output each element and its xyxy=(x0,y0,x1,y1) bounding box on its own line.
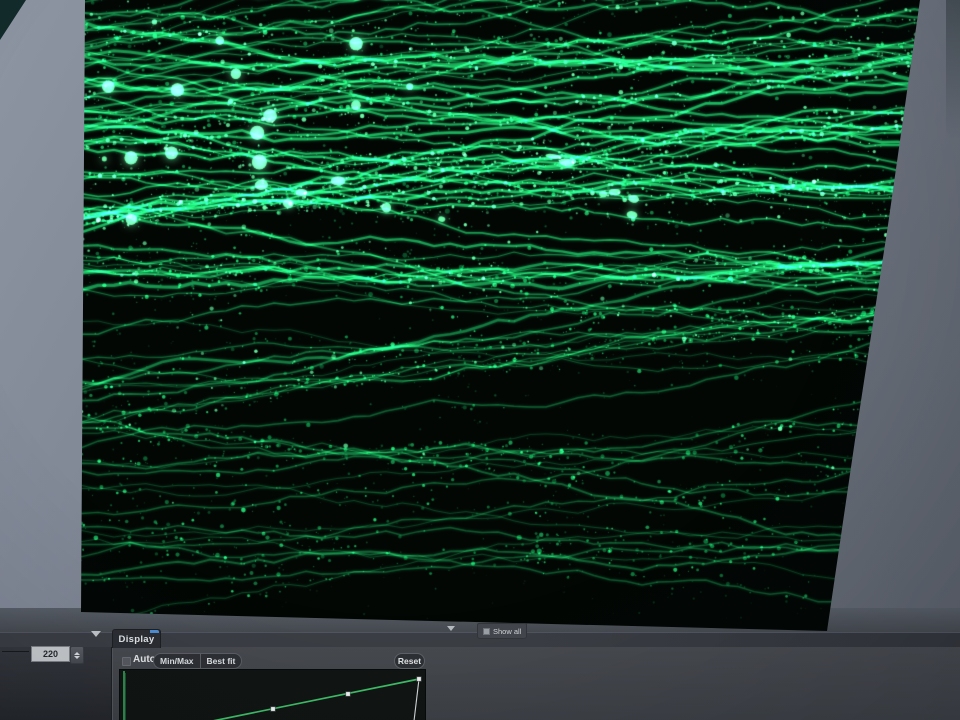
range-button-group: Min/Max Best fit xyxy=(153,653,242,669)
tab-accent-mark xyxy=(150,630,159,633)
curve-control-point[interactable] xyxy=(346,692,350,696)
show-all-label: Show all xyxy=(493,627,521,636)
photo-of-monitor: Display Show all Auto Min/Max Best fit R… xyxy=(0,0,960,720)
reset-button[interactable]: Reset xyxy=(394,653,425,669)
overlay-collapse-icon[interactable] xyxy=(447,626,455,631)
show-all-toggle[interactable]: Show all xyxy=(477,623,527,639)
value-input[interactable] xyxy=(31,646,70,662)
micrograph-viewer[interactable] xyxy=(0,0,960,640)
histogram-curve-editor[interactable] xyxy=(119,669,426,720)
panel-collapse-icon[interactable] xyxy=(91,631,101,637)
histogram-curve-svg xyxy=(120,670,423,720)
min-max-button[interactable]: Min/Max xyxy=(154,654,200,668)
stepper-up-icon[interactable] xyxy=(74,652,80,655)
tab-display-label: Display xyxy=(119,634,155,645)
auto-checkbox[interactable] xyxy=(122,657,131,666)
curve-control-point[interactable] xyxy=(271,707,275,711)
stepper-down-icon[interactable] xyxy=(74,656,80,659)
value-stepper[interactable] xyxy=(70,646,84,664)
best-fit-button[interactable]: Best fit xyxy=(200,654,242,668)
fluorescence-micrograph xyxy=(0,0,960,640)
slider-track[interactable] xyxy=(2,651,29,652)
monitor-edge-shadow xyxy=(946,0,960,140)
tab-display[interactable]: Display xyxy=(112,629,161,648)
show-all-checkbox-icon xyxy=(483,628,490,635)
curve-control-point[interactable] xyxy=(417,677,421,681)
monitor-corner-shadow xyxy=(0,0,34,46)
